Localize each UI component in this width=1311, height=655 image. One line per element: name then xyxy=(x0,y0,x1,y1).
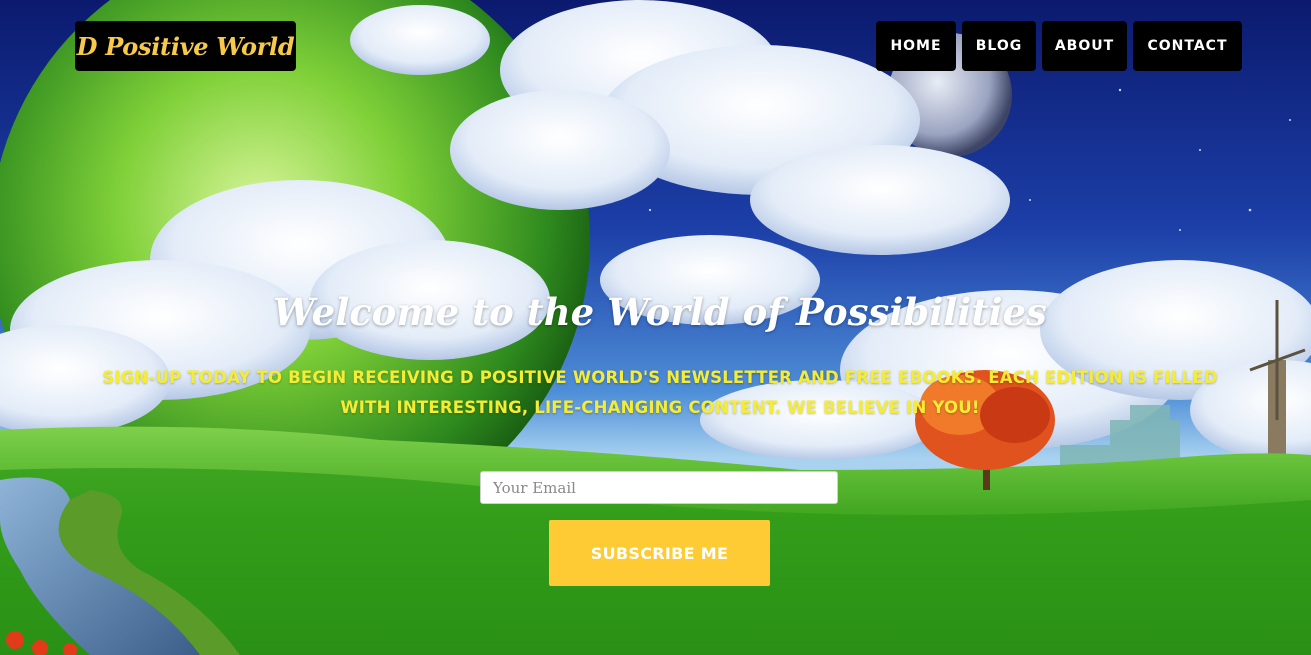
nav-about-button[interactable]: ABOUT xyxy=(1042,21,1127,71)
hero-headline: Welcome to the World of Possibilities xyxy=(273,290,1047,334)
main-nav: HOME BLOG ABOUT CONTACT xyxy=(876,21,1242,71)
nav-contact-button[interactable]: CONTACT xyxy=(1133,21,1242,71)
site-logo[interactable]: D Positive World xyxy=(75,21,296,71)
nav-home-button[interactable]: HOME xyxy=(876,21,956,71)
nav-blog-button[interactable]: BLOG xyxy=(962,21,1036,71)
subscribe-button[interactable]: SUBSCRIBE ME xyxy=(549,520,770,586)
hero-tagline: SIGN-UP TODAY TO BEGIN RECEIVING D POSIT… xyxy=(102,368,1218,417)
hero-section: D Positive World HOME BLOG ABOUT CONTACT… xyxy=(0,0,1311,655)
email-input[interactable] xyxy=(480,471,838,504)
